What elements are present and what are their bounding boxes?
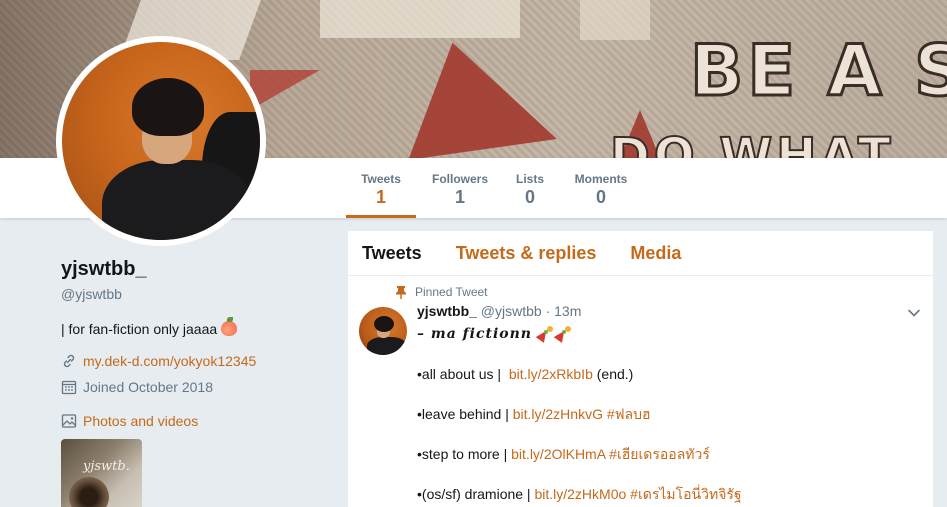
- calendar-icon: [61, 379, 77, 395]
- avatar[interactable]: [62, 42, 260, 240]
- tweet-line-text: •leave behind |: [417, 406, 513, 422]
- timeline: Tweets Tweets & replies Media Pinned Twe…: [347, 230, 934, 507]
- tweet-link[interactable]: bit.ly/2OlKHmA #เฮียเดรออลทัวร์: [511, 446, 710, 462]
- stat-label: Followers: [431, 172, 488, 186]
- profile-card: yjswtbb_ @yjswtbb | for fan-fiction only…: [61, 258, 331, 507]
- stat-tweets[interactable]: Tweets 1: [346, 158, 416, 218]
- tweet-avatar[interactable]: [359, 307, 407, 355]
- tweet-line-text: •step to more |: [417, 446, 512, 462]
- tweet-link[interactable]: bit.ly/2xRkbIb: [509, 366, 593, 382]
- tweet-line-text: •(os/sf) dramione |: [417, 486, 535, 502]
- stat-value: 1: [375, 187, 386, 207]
- stat-label: Tweets: [361, 172, 401, 186]
- banner-text: BE A S: [689, 29, 947, 114]
- timeline-tabs: Tweets Tweets & replies Media: [348, 231, 933, 276]
- tweet-line: •step to more | bit.ly/2OlKHmA #เฮียเดรอ…: [417, 444, 917, 464]
- tweet-first-line: – ma fictionn: [417, 323, 917, 344]
- photos-videos-link[interactable]: Photos and videos: [83, 413, 198, 429]
- tab-tweets[interactable]: Tweets: [362, 243, 422, 264]
- image-icon: [61, 413, 77, 429]
- pinned-indicator: Pinned Tweet: [396, 285, 488, 299]
- tweet-title: – ma fictionn: [417, 326, 532, 342]
- media-thumbnail[interactable]: yjswtb.: [61, 439, 142, 507]
- stat-followers[interactable]: Followers 1: [426, 158, 494, 218]
- tweet-line-suffix: (end.): [592, 366, 634, 382]
- thumbnail-text: yjswtb.: [83, 459, 130, 474]
- tweet-line: •(os/sf) dramione | bit.ly/2zHkM0o #เดรไ…: [417, 484, 917, 504]
- tweet-handle-time[interactable]: @yjswtbb · 13m: [481, 303, 582, 319]
- tweet-body: – ma fictionn •all about us | bit.ly/2xR…: [417, 323, 917, 504]
- profile-website-row: my.dek-d.com/yokyok12345: [61, 353, 331, 369]
- tweet-author-name[interactable]: yjswtbb_: [417, 303, 477, 319]
- profile-name[interactable]: yjswtbb_: [61, 258, 331, 281]
- tab-tweets-replies[interactable]: Tweets & replies: [456, 243, 597, 264]
- banner-decoration: [320, 0, 520, 38]
- banner-decoration: [393, 30, 557, 158]
- pinned-tweet[interactable]: Pinned Tweet yjswtbb_ @yjswtbb · 13m – m…: [348, 276, 933, 502]
- profile-bio: | for fan-fiction only jaaaa: [61, 317, 331, 337]
- stat-value: 0: [595, 187, 606, 207]
- stat-label: Moments: [574, 172, 628, 186]
- stat-lists[interactable]: Lists 0: [510, 158, 550, 218]
- tweet-line: •leave behind | bit.ly/2zHnkvG #ฟลบฮ: [417, 404, 917, 424]
- avatar-figure: [132, 78, 204, 136]
- tab-media[interactable]: Media: [630, 243, 681, 264]
- banner-decoration: [250, 70, 320, 110]
- stat-moments[interactable]: Moments 0: [568, 158, 634, 218]
- chevron-down-icon[interactable]: [907, 306, 921, 320]
- stat-value: 0: [524, 187, 535, 207]
- photos-videos-row: Photos and videos: [61, 413, 331, 429]
- party-popper-icon: [556, 326, 572, 340]
- pinned-label: Pinned Tweet: [415, 285, 488, 299]
- thumbnail-image: [69, 477, 109, 507]
- joined-date: Joined October 2018: [83, 379, 213, 395]
- avatar-figure: [367, 337, 407, 355]
- bio-text: | for fan-fiction only jaaaa: [61, 321, 218, 337]
- tweet-line: •all about us | bit.ly/2xRkbIb (end.): [417, 364, 917, 384]
- peach-emoji-icon: [221, 317, 238, 336]
- stat-value: 1: [454, 187, 465, 207]
- pin-icon: [396, 285, 406, 299]
- avatar-figure: [102, 160, 252, 240]
- party-popper-icon: [538, 326, 554, 340]
- tweet-header: yjswtbb_ @yjswtbb · 13m: [417, 303, 581, 319]
- stat-label: Lists: [515, 172, 544, 186]
- profile-handle[interactable]: @yjswtbb: [61, 286, 331, 302]
- banner-decoration: [580, 0, 650, 40]
- link-icon: [61, 353, 77, 369]
- tweet-link[interactable]: bit.ly/2zHnkvG #ฟลบฮ: [513, 406, 651, 422]
- tweet-line-text: •all about us |: [417, 366, 509, 382]
- tweet-link[interactable]: bit.ly/2zHkM0o #เดรไมโอนี่วิทจิรัฐ: [534, 486, 741, 502]
- website-link[interactable]: my.dek-d.com/yokyok12345: [83, 353, 256, 369]
- banner-text: DO WHAT: [609, 127, 895, 158]
- avatar-figure: [374, 316, 394, 332]
- profile-joined-row: Joined October 2018: [61, 379, 331, 395]
